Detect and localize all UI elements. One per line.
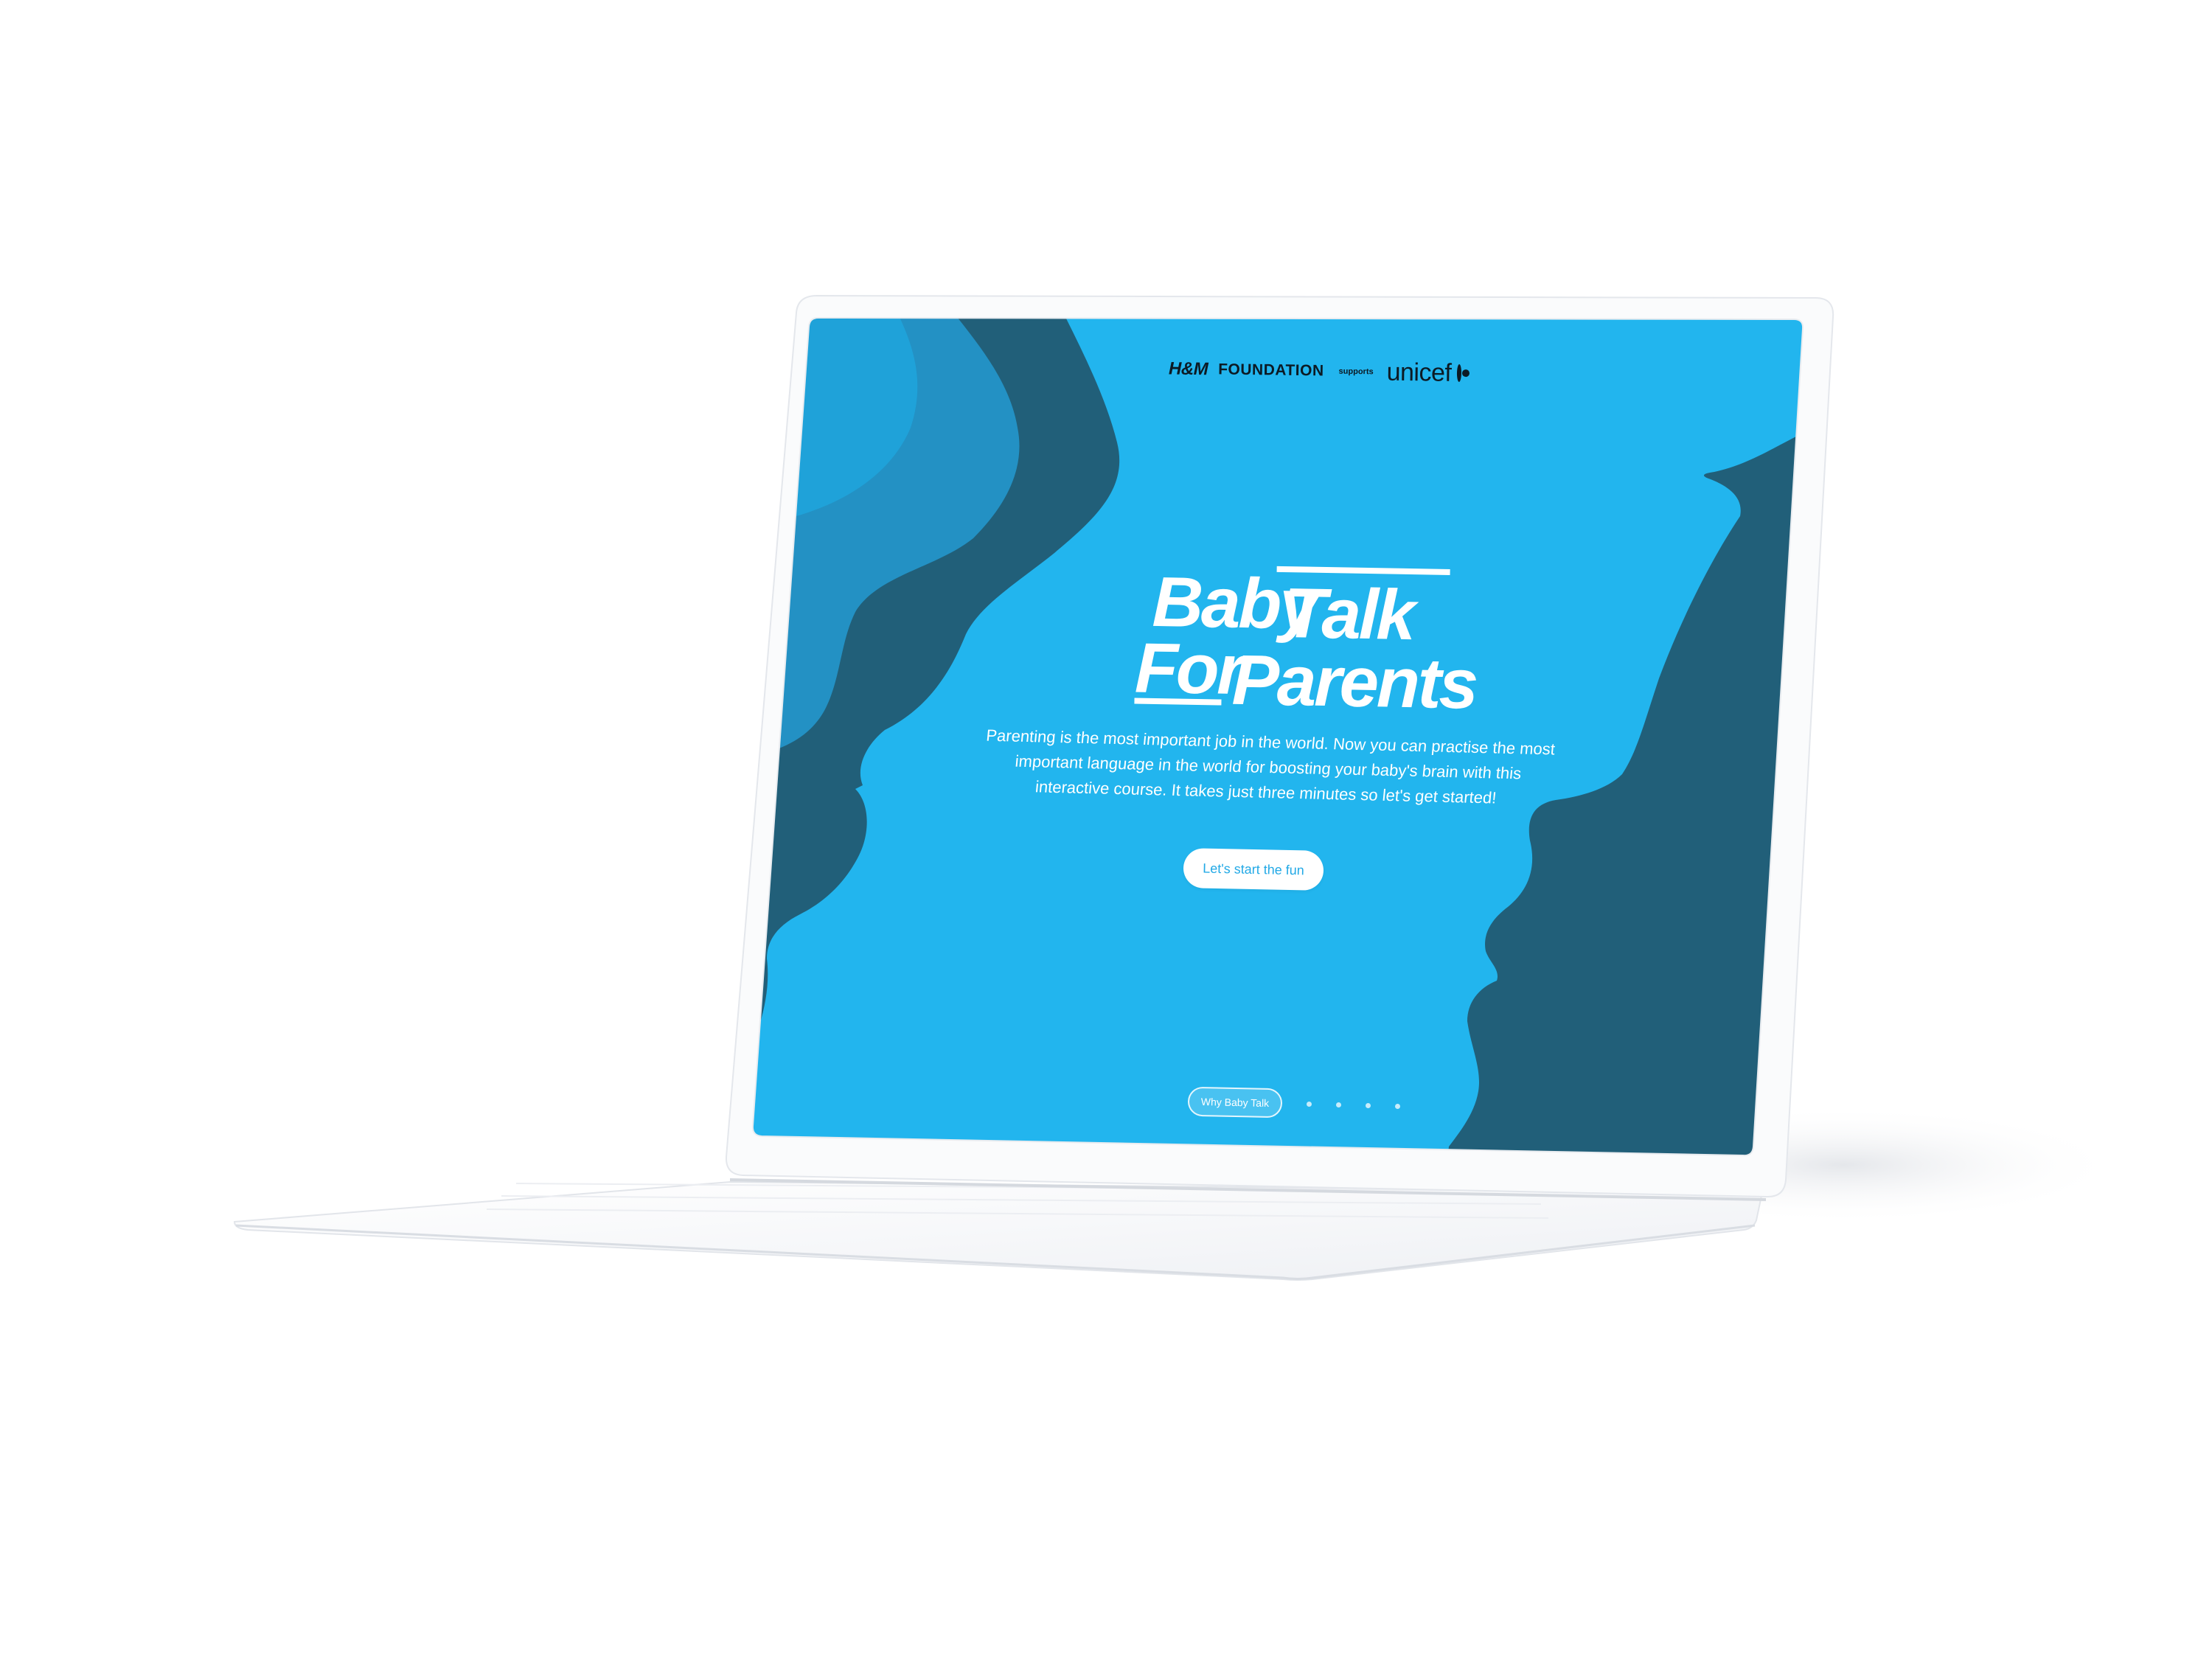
why-baby-talk-nav-button[interactable]: Why Baby Talk [1187,1086,1283,1119]
nav-dot-2[interactable] [1336,1102,1341,1107]
title-word-for: For [1134,628,1243,710]
hero-title: Baby Talk For Parents [1105,550,1477,726]
intro-text: Parenting is the most important job in t… [985,726,1557,807]
laptop-base [233,1180,1764,1281]
brand-header: H&M FOUNDATION supports unicef [1169,352,1462,389]
hm-logo[interactable]: H&M [1169,358,1208,380]
start-button[interactable]: Let's start the fun [1183,848,1324,891]
nav-dot-4[interactable] [1395,1104,1400,1109]
title-word-parents: Parents [1231,640,1478,724]
mockup-stage: H&M FOUNDATION supports unicef Baby Talk… [0,0,2212,1659]
foundation-wordmark: FOUNDATION [1218,361,1324,380]
unicef-logo[interactable]: unicef [1386,358,1451,387]
laptop-mockup [233,294,2124,1281]
title-word-talk: Talk [1282,574,1415,655]
nav-dot-1[interactable] [1307,1102,1312,1107]
nav-dot-3[interactable] [1366,1103,1371,1108]
supports-text: supports [1338,366,1374,377]
